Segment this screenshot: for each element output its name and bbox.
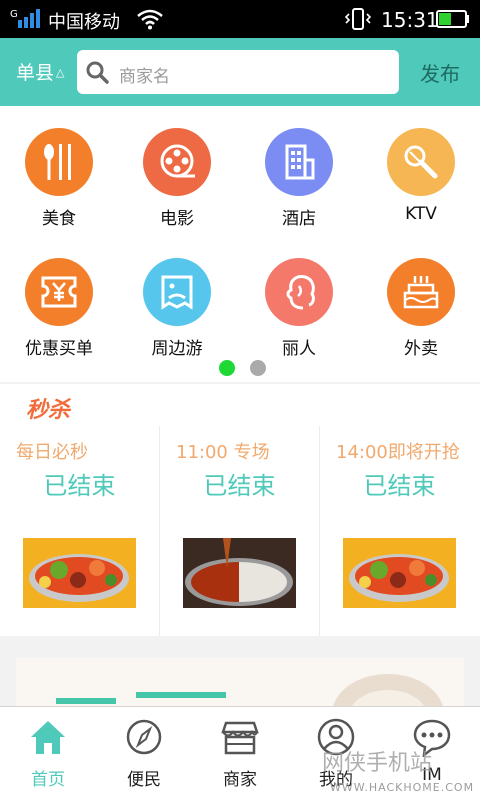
hotpot-photo: [343, 538, 456, 608]
page-dot-active[interactable]: [219, 360, 235, 376]
city-name: 单县: [16, 62, 55, 84]
search-icon: [86, 61, 109, 84]
category-label: 酒店: [282, 209, 316, 229]
city-selector[interactable]: 单县 △: [16, 58, 64, 85]
category-travel[interactable]: 周边游: [118, 258, 238, 359]
deal-session-label: 每日必秒: [16, 442, 88, 463]
deal-status: 已结束: [363, 472, 436, 500]
category-grid: 美食 电影 酒店 KTV 优惠买单 周边游 丽人 外卖: [0, 106, 480, 382]
coupon-icon: [41, 276, 77, 308]
category-beauty[interactable]: 丽人: [240, 258, 360, 359]
deal-session-label: 11:00 专场: [176, 442, 270, 463]
status-bar: G 中国移动 15:31: [0, 0, 480, 38]
vibrate-icon: [345, 8, 371, 30]
category-takeout-badge: [387, 258, 455, 326]
utensils-icon: [44, 144, 71, 180]
category-food-badge: [25, 128, 93, 196]
signal-strength-icon: G: [10, 9, 40, 28]
network-badge: G: [10, 9, 18, 20]
watermark-url: WWW.HACKHOME.COM: [330, 781, 475, 794]
flash-sale-title: 秒杀: [26, 398, 71, 423]
travel-ticket-icon: [161, 275, 193, 310]
tab-label: 便民: [127, 770, 161, 790]
category-ktv-badge: [387, 128, 455, 196]
category-beauty-badge: [265, 258, 333, 326]
store-icon: [221, 721, 259, 755]
tab-merchants[interactable]: 商家: [192, 707, 288, 801]
film-reel-icon: [160, 144, 195, 178]
category-label: 美食: [42, 209, 76, 229]
search-bar[interactable]: 商家名: [77, 50, 399, 94]
compass-icon: [126, 719, 162, 755]
carrier-name: 中国移动: [48, 12, 120, 33]
deal-status: 已结束: [203, 472, 276, 500]
tab-label: 首页: [31, 770, 65, 790]
category-coupon[interactable]: 优惠买单: [0, 258, 120, 359]
tab-services[interactable]: 便民: [96, 707, 192, 801]
hotel-icon: [285, 144, 315, 180]
deal-session-label: 14:00即将开抢: [336, 442, 460, 463]
microphone-icon: [404, 145, 438, 179]
category-label: 外卖: [404, 339, 438, 359]
category-coupon-badge: [25, 258, 93, 326]
top-bar: 单县 △ 商家名 发布: [0, 38, 480, 106]
clock: 15:31: [381, 8, 439, 32]
category-travel-badge: [143, 258, 211, 326]
flash-sale-section: 秒杀 每日必秒 已结束 11:00 专场 已结束 14:00即将开抢 已结束: [0, 384, 480, 636]
category-movie[interactable]: 电影: [118, 128, 238, 229]
category-label: 周边游: [151, 339, 203, 359]
category-hotel[interactable]: 酒店: [240, 128, 360, 229]
beauty-face-icon: [286, 275, 315, 310]
flash-deal-card[interactable]: 11:00 专场 已结束: [160, 426, 319, 636]
page-indicator: [0, 360, 480, 376]
tab-home[interactable]: 首页: [0, 707, 96, 801]
home-icon: [31, 721, 65, 754]
deal-status: 已结束: [43, 472, 116, 500]
tab-label: 商家: [223, 770, 257, 790]
flash-deal-card[interactable]: 每日必秒 已结束: [0, 426, 159, 636]
category-movie-badge: [143, 128, 211, 196]
watermark-text: 网侠手机站: [322, 751, 433, 776]
caret-up-icon: △: [56, 66, 65, 79]
category-label: KTV: [405, 204, 437, 224]
category-label: 优惠买单: [25, 339, 93, 359]
wifi-icon: [137, 9, 163, 30]
cake-icon: [403, 276, 439, 309]
publish-button[interactable]: 发布: [420, 58, 460, 87]
category-takeout[interactable]: 外卖: [362, 258, 480, 359]
page-dot[interactable]: [250, 360, 266, 376]
search-placeholder: 商家名: [119, 67, 170, 87]
category-hotel-badge: [265, 128, 333, 196]
hotpot-photo: [23, 538, 136, 608]
battery-icon: [436, 10, 469, 28]
category-ktv[interactable]: KTV: [362, 128, 480, 228]
flash-deal-card[interactable]: 14:00即将开抢 已结束: [320, 426, 479, 636]
category-label: 丽人: [282, 339, 316, 359]
category-food[interactable]: 美食: [0, 128, 120, 229]
category-label: 电影: [160, 209, 194, 229]
hotpot-pour-photo: [183, 538, 296, 608]
bottom-tab-bar: 首页 便民 商家 我的 IM 网侠手机站 WWW.HACKHOME.COM: [0, 706, 480, 801]
